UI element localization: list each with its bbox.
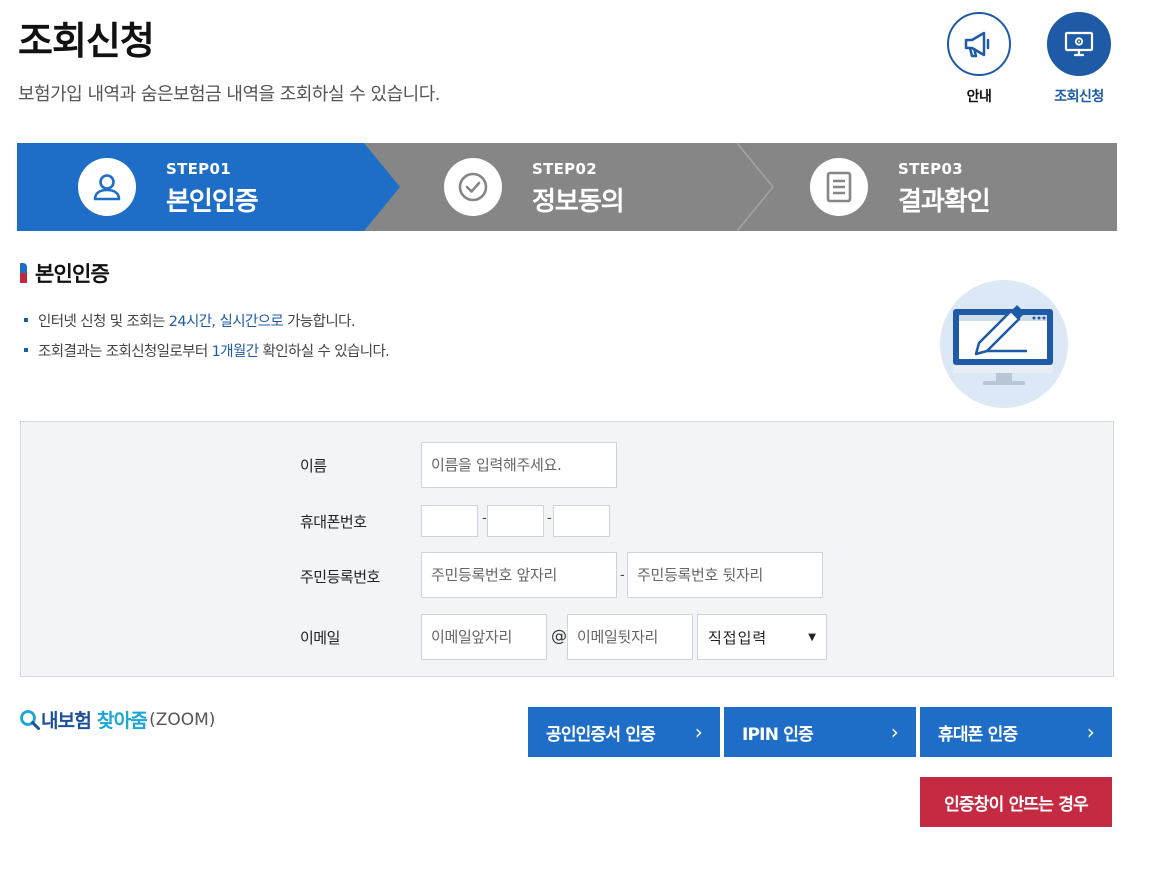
ipin-auth-button[interactable]: IPIN 인증 › xyxy=(724,707,916,757)
phone-separator: - xyxy=(547,511,552,526)
rrn-back-input[interactable] xyxy=(627,552,823,598)
step-1-name: 본인인증 xyxy=(166,187,259,217)
name-input[interactable] xyxy=(421,442,617,488)
notice-item: 조회결과는 조회신청일로부터 1개월간 확인하실 수 있습니다. xyxy=(24,341,390,371)
guide-label: 안내 xyxy=(966,89,992,105)
phone-part1-input[interactable] xyxy=(421,505,478,537)
phone-auth-button[interactable]: 휴대폰 인증 › xyxy=(920,707,1112,757)
monitor-pen-illustration xyxy=(940,280,1068,408)
step-divider-chevron xyxy=(736,143,774,231)
phone-part2-input[interactable] xyxy=(487,505,544,537)
email-domain-input[interactable] xyxy=(567,614,693,660)
step-1-number: STEP01 xyxy=(166,160,231,178)
step-progress-bar: STEP01 본인인증 STEP02 정보동의 STEP03 결과확인 xyxy=(17,143,1117,231)
chevron-right-icon: › xyxy=(890,720,899,744)
notice-list: 인터넷 신청 및 조회는 24시간, 실시간으로 가능합니다. 조회결과는 조회… xyxy=(24,311,390,371)
zoom-service-link[interactable]: 내보험 찾아줌 (ZOOM) xyxy=(19,706,215,733)
certificate-auth-button[interactable]: 공인인증서 인증 › xyxy=(528,707,720,757)
ipin-auth-label: IPIN 인증 xyxy=(742,724,814,745)
email-domain-select-value: 직접입력 xyxy=(708,628,768,647)
document-icon xyxy=(810,158,868,216)
caret-down-icon: ▼ xyxy=(808,631,816,643)
email-local-input[interactable] xyxy=(421,614,547,660)
guide-button[interactable]: 안내 xyxy=(946,12,1012,106)
section-marker-icon xyxy=(20,263,27,283)
step-2-name: 정보동의 xyxy=(532,187,625,217)
email-at-sign: @ xyxy=(551,626,567,645)
notice-item: 인터넷 신청 및 조회는 24시간, 실시간으로 가능합니다. xyxy=(24,311,389,341)
inquiry-button[interactable]: 조회신청 xyxy=(1046,12,1112,106)
email-domain-select[interactable]: 직접입력 ▼ xyxy=(697,614,827,660)
magnifier-icon xyxy=(20,709,40,730)
monitor-settings-icon xyxy=(1047,12,1111,76)
step-3-name: 결과확인 xyxy=(898,187,991,217)
phone-separator: - xyxy=(482,511,487,526)
user-icon xyxy=(78,158,136,216)
phone-auth-label: 휴대폰 인증 xyxy=(938,724,1018,745)
page-title: 조회신청 xyxy=(18,19,155,63)
chevron-right-icon: › xyxy=(1086,720,1095,744)
phone-part3-input[interactable] xyxy=(553,505,610,537)
phone-label: 휴대폰번호 xyxy=(300,513,367,531)
step-2-number: STEP02 xyxy=(532,160,597,178)
name-label: 이름 xyxy=(300,457,327,475)
email-label: 이메일 xyxy=(300,629,340,647)
step-3-number: STEP03 xyxy=(898,160,963,178)
rrn-front-input[interactable] xyxy=(421,552,617,598)
inquiry-label: 조회신청 xyxy=(1054,89,1104,105)
rrn-separator: - xyxy=(620,568,625,583)
identity-form: 이름 휴대폰번호 - - 주민등록번호 - 이메일 @ 직접입력 ▼ xyxy=(20,421,1114,677)
megaphone-icon xyxy=(947,12,1011,76)
certificate-auth-label: 공인인증서 인증 xyxy=(546,724,656,745)
bullet-icon xyxy=(24,348,28,352)
bullet-icon xyxy=(24,318,28,322)
auth-window-help-button[interactable]: 인증창이 안뜨는 경우 xyxy=(920,777,1112,827)
section-title: 본인인증 xyxy=(20,258,110,288)
page-description: 보험가입 내역과 숨은보험금 내역을 조회하실 수 있습니다. xyxy=(18,84,441,105)
section-title-text: 본인인증 xyxy=(35,262,110,286)
chevron-right-icon: › xyxy=(694,720,703,744)
check-circle-icon xyxy=(444,158,502,216)
rrn-label: 주민등록번호 xyxy=(300,568,380,586)
